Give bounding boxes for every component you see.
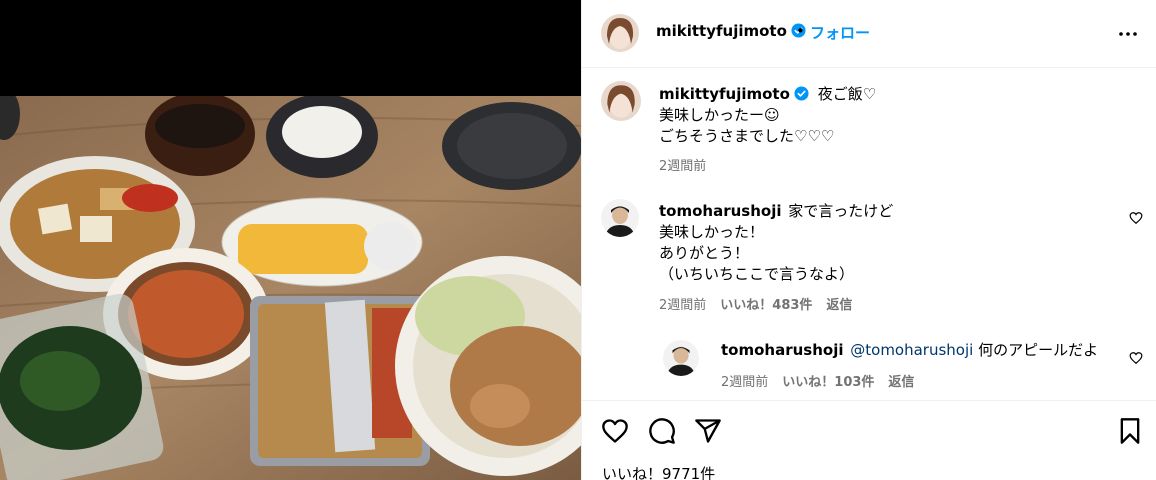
comment-2-likes[interactable]: いいね！103件 xyxy=(782,375,874,390)
comment-2-time[interactable]: 2週間前 xyxy=(721,375,768,390)
comment-1-line2: 美味しかった！ xyxy=(659,223,765,241)
comment-1-heart-icon[interactable] xyxy=(1129,211,1143,225)
avatar-image xyxy=(663,340,699,376)
follow-button[interactable]: フォロー xyxy=(810,22,870,43)
comment-1-meta: 2週間前 いいね！483件 返信 xyxy=(659,294,852,313)
author-username-text[interactable]: mikittyfujimoto xyxy=(656,22,787,40)
caption-username[interactable]: mikittyfujimoto xyxy=(659,85,790,103)
comment-1-reply-button[interactable]: 返信 xyxy=(826,298,852,313)
comment-1-likes[interactable]: いいね！483件 xyxy=(720,298,812,313)
caption: mikittyfujimoto 夜ご飯♡ 美味しかったー☺︎ ごちそうさまでした… xyxy=(659,84,1119,147)
comment-1-username[interactable]: tomoharushoji xyxy=(659,202,781,220)
caption-time[interactable]: 2週間前 xyxy=(659,155,706,174)
comment-1-line3: ありがとう！ xyxy=(659,244,750,262)
caption-text-line3: ごちそうさまでした♡♡♡ xyxy=(659,127,835,145)
comment-avatar[interactable] xyxy=(601,199,639,237)
separator-dot: • xyxy=(796,22,805,40)
comment-1-line1: 家で言ったけど xyxy=(788,202,894,220)
avatar-image xyxy=(601,199,639,237)
more-icon[interactable] xyxy=(1116,22,1140,46)
reply-avatar[interactable] xyxy=(663,340,699,376)
comment-2-text: 何のアピールだよ xyxy=(973,341,1099,359)
comment-1: tomoharushoji 家で言ったけど 美味しかった！ ありがとう！ （いち… xyxy=(659,201,1119,285)
post-header: mikittyfujimoto • フォロー xyxy=(582,0,1156,68)
caption-text-line2: 美味しかったー☺︎ xyxy=(659,106,780,124)
bookmark-icon[interactable] xyxy=(1116,417,1144,445)
comment-1-line4: （いちいちここで言うなよ） xyxy=(659,265,855,283)
comment-2-heart-icon[interactable] xyxy=(1129,351,1143,365)
comment-2-reply-button[interactable]: 返信 xyxy=(888,375,914,390)
comment-icon[interactable] xyxy=(648,417,676,445)
verified-badge-icon xyxy=(794,86,809,101)
share-icon[interactable] xyxy=(694,417,722,445)
post-panel: mikittyfujimoto • フォロー mikittyfujimoto 夜… xyxy=(581,0,1156,480)
caption-avatar[interactable] xyxy=(601,81,641,121)
comment-2: tomoharushoji @tomoharushoji 何のアピールだよ xyxy=(721,340,1121,361)
heart-icon[interactable] xyxy=(601,417,629,445)
caption-text-line1: 夜ご飯♡ xyxy=(817,85,877,103)
author-username[interactable]: mikittyfujimoto xyxy=(656,22,806,40)
likes-count[interactable]: いいね！9771件 xyxy=(602,463,715,480)
comment-2-meta: 2週間前 いいね！103件 返信 xyxy=(721,371,914,390)
post-photo xyxy=(0,96,581,480)
avatar-image xyxy=(601,14,639,52)
avatar-image xyxy=(601,81,641,121)
comment-2-username[interactable]: tomoharushoji xyxy=(721,341,843,359)
action-bar: いいね！9771件 xyxy=(582,400,1156,480)
post-media[interactable] xyxy=(0,0,581,480)
comment-2-mention[interactable]: @tomoharushoji xyxy=(850,341,973,359)
comments-section[interactable]: mikittyfujimoto 夜ご飯♡ 美味しかったー☺︎ ごちそうさまでした… xyxy=(582,69,1156,400)
comment-1-time[interactable]: 2週間前 xyxy=(659,298,706,313)
author-avatar[interactable] xyxy=(601,14,639,52)
